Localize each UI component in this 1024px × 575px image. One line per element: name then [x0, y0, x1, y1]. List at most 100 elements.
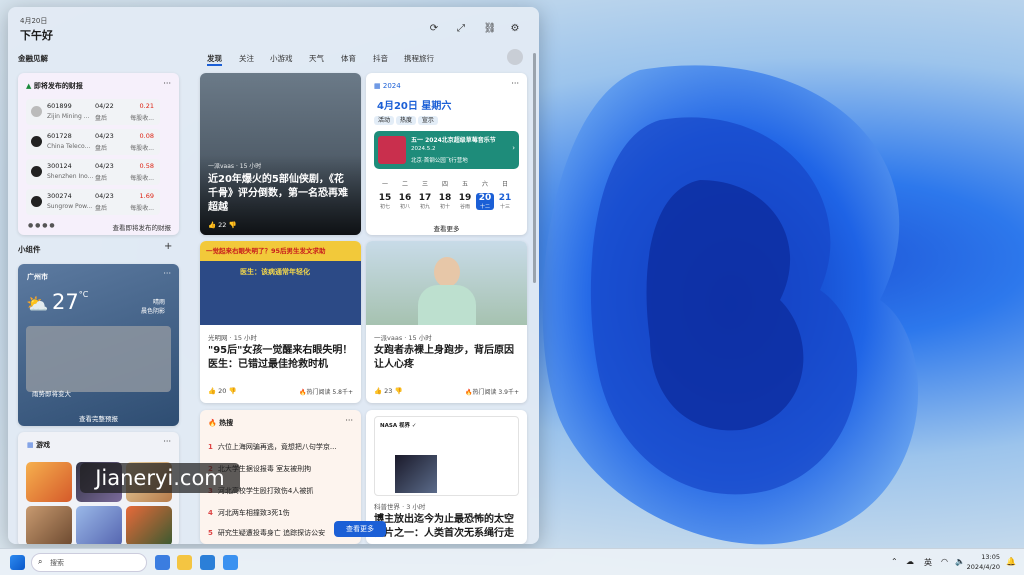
- taskbar: ⌕ 搜索 ⌃ ☁ 英 ◠ 🔈 13:05 2024/4/20 🔔: [0, 548, 1024, 575]
- finance-row[interactable]: 601899 Zijin Mining ... 04/22 盘后 0.21 每股收...: [26, 99, 160, 125]
- clock[interactable]: 13:05 2024/4/20: [966, 552, 1000, 572]
- add-widget-icon[interactable]: +: [164, 241, 172, 252]
- notification-icon[interactable]: 🔔: [1006, 557, 1016, 566]
- file-explorer-icon[interactable]: [177, 555, 192, 570]
- news-card[interactable]: 一派vaas · 15 小时 近20年爆火的5部仙侠剧，《花千骨》评分倒数，第一…: [200, 73, 361, 235]
- news-title: 博主放出迄今为止最恐怖的太空照片之一：人类首次无系绳行走: [374, 514, 514, 539]
- tab-douyin[interactable]: 抖音: [373, 53, 388, 64]
- chip-activity[interactable]: 活动: [374, 116, 395, 125]
- scrollbar[interactable]: [533, 53, 536, 283]
- company-logo-icon: [31, 196, 42, 207]
- more-icon[interactable]: ···: [163, 79, 171, 88]
- watermark: Jianeryi.com: [80, 463, 240, 493]
- event-thumbnail: [378, 136, 406, 164]
- settings-icon[interactable]: ⚙: [508, 22, 522, 36]
- calendar-year: ▦ 2024: [374, 82, 401, 90]
- finance-card: ▲ 即将发布的财报 ··· 601899 Zijin Mining ... 04/2…: [18, 73, 179, 235]
- news-title: 女跑者赤裸上身跑步，背后原因让人心疼: [374, 345, 514, 370]
- more-icon[interactable]: ···: [345, 416, 353, 425]
- weather-condition: 晴雨 晨色阴影: [140, 299, 165, 315]
- wifi-icon[interactable]: ◠: [941, 557, 948, 566]
- finance-row[interactable]: 300274 Sungrow Pow... 04/23 盘后 1.69 每股收...: [26, 189, 160, 215]
- tab-sports[interactable]: 体育: [341, 53, 356, 64]
- more-icon[interactable]: ···: [511, 79, 519, 88]
- news-overlay: 一派vaas · 15 小时 近20年爆火的5部仙侠剧，《花千骨》评分倒数，第一…: [200, 155, 361, 235]
- news-source: 一派vaas · 15 小时: [374, 334, 432, 342]
- day-cell[interactable]: 19 谷雨: [456, 193, 474, 210]
- game-tile[interactable]: [26, 462, 72, 502]
- news-card[interactable]: 一派vaas · 15 小时 女跑者赤裸上身跑步，背后原因让人心疼 👍 23 👎…: [366, 241, 527, 403]
- day-cell[interactable]: 18 初十: [436, 193, 454, 210]
- company-logo-icon: [31, 136, 42, 147]
- weather-card[interactable]: 广州市 ··· ⛅ 27°C 晴雨 晨色阴影 雨势即将变大 查看完整预报: [18, 264, 179, 426]
- tab-minigames[interactable]: 小游戏: [270, 53, 293, 64]
- search-icon: ⌕: [38, 557, 43, 566]
- day-cell[interactable]: 15 初七: [376, 193, 394, 210]
- game-tile[interactable]: [26, 506, 72, 544]
- wallpaper-bloom: [542, 65, 919, 545]
- like-count[interactable]: 👍 20 👎: [208, 387, 237, 395]
- fire-icon: 🔥: [465, 389, 473, 396]
- calendar-more-link[interactable]: 查看更多: [366, 223, 527, 233]
- start-icon[interactable]: [10, 555, 25, 570]
- cloud-icon[interactable]: ☁: [906, 557, 914, 566]
- day-row: 15 初七 16 初八 17 初九 18 初十 19 谷雨 20 十二 21 十三: [374, 191, 519, 217]
- event-date: 2024.5.2: [411, 146, 436, 152]
- trending-item[interactable]: 1 六位上海网骗再逃，竟想把八句学京...: [208, 442, 337, 452]
- calendar-icon: ▦: [374, 82, 381, 90]
- refresh-icon[interactable]: ⟳: [427, 22, 441, 36]
- tweet-author: NASA 视界 ✓: [380, 423, 417, 429]
- finance-row[interactable]: 601728 China Teleco... 04/23 盘后 0.08 每股收...: [26, 129, 160, 155]
- news-title: "95后"女孩一觉醒来右眼失明！医生：已错过最佳抢救时机: [208, 345, 353, 370]
- tab-discover[interactable]: 发现: [207, 53, 222, 66]
- news-source: 科普世界 · 3 小时: [374, 503, 426, 511]
- thumbs-down-icon[interactable]: 👎: [229, 221, 237, 229]
- volume-icon[interactable]: 🔈: [955, 557, 965, 566]
- more-icon[interactable]: ···: [163, 269, 171, 278]
- trending-item[interactable]: 5 研究生疑遭投毒身亡 追踪探访公安: [208, 528, 325, 538]
- app-icon[interactable]: [223, 555, 238, 570]
- news-card[interactable]: NASA 视界 ✓ 科普世界 · 3 小时 博主放出迄今为止最恐怖的太空照片之一…: [366, 410, 527, 544]
- tab-weather[interactable]: 天气: [309, 53, 324, 64]
- see-more-button[interactable]: 查看更多: [334, 521, 386, 537]
- day-cell[interactable]: 17 初九: [416, 193, 434, 210]
- chip-hot[interactable]: 热度: [395, 116, 416, 125]
- widgets-icon[interactable]: [155, 555, 170, 570]
- store-icon[interactable]: [200, 555, 215, 570]
- astronaut-photo: [395, 455, 437, 493]
- like-count[interactable]: 👍 23 👎: [374, 387, 403, 395]
- tab-follow[interactable]: 关注: [239, 53, 254, 64]
- event-banner[interactable]: 五一 2024北京超级草莓音乐节 2024.5.2 北京·首钢公园飞行营地 ›: [374, 131, 519, 169]
- avatar[interactable]: [507, 49, 523, 65]
- day-cell-selected[interactable]: 20 十二: [476, 193, 494, 210]
- search-box[interactable]: ⌕ 搜索: [31, 553, 147, 572]
- thumbs-down-icon[interactable]: 👎: [229, 387, 237, 395]
- like-count[interactable]: 👍 22 👎: [208, 221, 353, 229]
- more-icon[interactable]: ···: [163, 437, 171, 446]
- carousel-dots[interactable]: ● ● ● ●: [28, 222, 55, 229]
- finance-footer-link[interactable]: 查看即将发布的财报: [113, 222, 172, 232]
- tweet-embed: NASA 视界 ✓: [374, 416, 519, 496]
- chevron-up-icon[interactable]: ⌃: [891, 557, 898, 566]
- game-tile[interactable]: [76, 506, 122, 544]
- fire-icon: 🔥: [299, 389, 307, 396]
- news-image: [366, 241, 527, 325]
- news-image: 一觉起来右眼失明了？95后男生发文求助 医生：该病通常年轻化: [200, 241, 361, 325]
- thumbs-down-icon[interactable]: 👎: [395, 387, 403, 395]
- chip-declare[interactable]: 宣示: [417, 116, 438, 125]
- event-place: 北京·首钢公园飞行营地: [411, 158, 468, 164]
- expand-icon[interactable]: ⤢: [454, 22, 468, 36]
- link-icon[interactable]: ⛓: [483, 22, 497, 36]
- games-title: ▦ 游戏: [27, 441, 51, 449]
- game-tile[interactable]: [126, 506, 172, 544]
- weather-city: 广州市: [27, 273, 48, 281]
- day-cell[interactable]: 21 十三: [496, 193, 514, 210]
- tab-ctrip[interactable]: 携程旅行: [404, 53, 434, 64]
- day-cell[interactable]: 16 初八: [396, 193, 414, 210]
- news-card[interactable]: 一觉起来右眼失明了？95后男生发文求助 医生：该病通常年轻化 光明网 · 15 …: [200, 241, 361, 403]
- input-language[interactable]: 英: [924, 557, 932, 568]
- radar-map[interactable]: [26, 326, 171, 392]
- finance-row[interactable]: 300124 Shenzhen Ino... 04/23 盘后 0.58 每股收...: [26, 159, 160, 185]
- weather-forecast-link[interactable]: 查看完整预报: [18, 413, 179, 423]
- trending-item[interactable]: 4 河北两车相撞致3死1伤: [208, 508, 290, 518]
